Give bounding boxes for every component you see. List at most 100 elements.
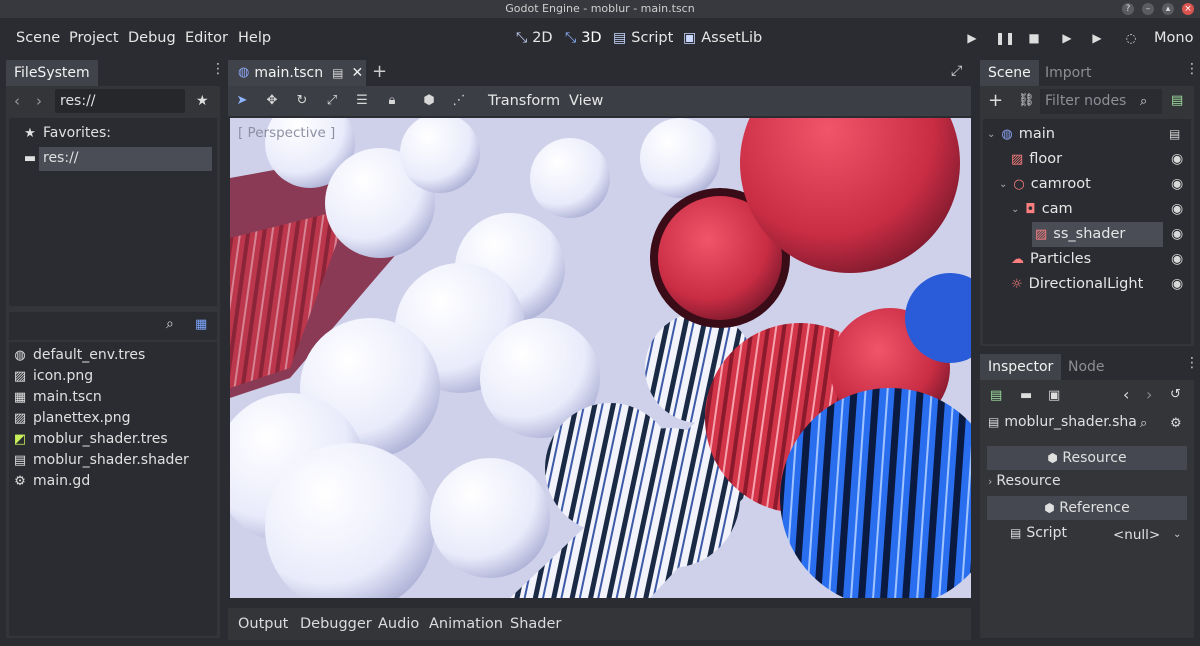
lock-icon[interactable]: 🔒︎ bbox=[383, 93, 401, 108]
stop-icon[interactable]: ■ bbox=[1025, 29, 1043, 47]
tab-audio[interactable]: Audio bbox=[378, 616, 419, 632]
back-icon[interactable]: ‹ bbox=[14, 92, 20, 110]
scale-mode-icon[interactable]: ⤢ bbox=[323, 93, 341, 108]
add-node-icon[interactable]: + bbox=[988, 90, 1003, 111]
collapse-arrow-icon[interactable]: ⌄ bbox=[1011, 197, 1019, 222]
file-search-field[interactable] bbox=[9, 312, 217, 340]
collapse-arrow-icon[interactable]: ⌄ bbox=[999, 172, 1007, 197]
file-item[interactable]: ▤ moblur_shader.shader bbox=[13, 450, 217, 471]
tree-node-directionallight[interactable]: ☼ DirectionalLight bbox=[1011, 272, 1143, 297]
close-tab-icon[interactable]: ✕ bbox=[351, 60, 363, 86]
save-icon[interactable]: ▣ bbox=[1048, 388, 1060, 403]
menu-help[interactable]: Help bbox=[238, 30, 271, 46]
workspace-script-button[interactable]: ▤ Script bbox=[613, 30, 673, 46]
tab-filesystem[interactable]: FileSystem bbox=[6, 60, 98, 86]
maximize-window-button[interactable]: ▴ bbox=[1162, 3, 1174, 15]
tab-output[interactable]: Output bbox=[238, 616, 288, 632]
transform-menu[interactable]: Transform bbox=[488, 93, 560, 109]
tab-shader[interactable]: Shader bbox=[510, 616, 561, 632]
dock-menu-icon[interactable]: ⋮ bbox=[211, 62, 225, 76]
search-icon[interactable]: ⌕ bbox=[1140, 94, 1147, 109]
tree-node-floor[interactable]: ▨ floor bbox=[1011, 147, 1062, 172]
instance-scene-icon[interactable]: ⛓ bbox=[1018, 93, 1035, 108]
attach-script-icon[interactable]: ▤ bbox=[1171, 93, 1183, 108]
history-forward-icon[interactable]: › bbox=[1146, 385, 1152, 404]
view-menu[interactable]: View bbox=[569, 93, 603, 109]
close-window-button[interactable]: × bbox=[1182, 3, 1194, 15]
play-scene-icon[interactable]: ▶ bbox=[1058, 29, 1076, 47]
favorites-item[interactable]: ★ Favorites: bbox=[23, 123, 227, 144]
res-root-item[interactable]: ▬ res:// bbox=[23, 148, 227, 169]
edited-resource[interactable]: ▤ moblur_shader.sha bbox=[988, 414, 1137, 430]
favorite-star-icon[interactable]: ★ bbox=[196, 93, 209, 109]
dock-menu-icon[interactable]: ⋮ bbox=[1185, 356, 1199, 370]
local-space-icon[interactable]: ⬢ bbox=[420, 93, 438, 108]
file-item[interactable]: ◩ moblur_shader.tres bbox=[13, 429, 217, 450]
path-field[interactable]: res:// bbox=[55, 89, 185, 113]
tab-animation[interactable]: Animation bbox=[429, 616, 503, 632]
renderer-label[interactable]: Mono bbox=[1154, 30, 1193, 46]
shader-material-icon: ◩ bbox=[13, 432, 27, 447]
tab-node[interactable]: Node bbox=[1060, 354, 1113, 380]
open-folder-icon[interactable]: ▬ bbox=[1020, 388, 1032, 403]
grid-view-icon[interactable]: ▦ bbox=[195, 317, 207, 332]
visibility-eye-icon[interactable]: ◉ bbox=[1171, 226, 1183, 242]
new-resource-icon[interactable]: ▤ bbox=[990, 388, 1002, 403]
history-icon[interactable]: ↺ bbox=[1170, 387, 1181, 402]
search-icon[interactable]: ⌕ bbox=[1140, 416, 1147, 431]
tree-node-cam[interactable]: ⌄ ◘ cam bbox=[1011, 197, 1073, 222]
dock-menu-icon[interactable]: ⋮ bbox=[1185, 62, 1199, 76]
collapse-arrow-icon[interactable]: ⌄ bbox=[987, 122, 995, 147]
workspace-2d-button[interactable]: ⤡ 2D bbox=[516, 30, 553, 46]
tree-node-camroot[interactable]: ⌄ ○ camroot bbox=[999, 172, 1091, 197]
file-item[interactable]: ▨ planettex.png bbox=[13, 408, 217, 429]
workspace-3d-button[interactable]: ⤡ 3D bbox=[565, 30, 602, 46]
viewport-perspective-label[interactable]: [ Perspective ] bbox=[238, 125, 335, 141]
tab-import[interactable]: Import bbox=[1037, 60, 1099, 86]
rotate-mode-icon[interactable]: ↻ bbox=[293, 93, 311, 108]
tab-main-tscn[interactable]: ◍ main.tscn ▤ ✕ bbox=[228, 60, 366, 86]
file-item[interactable]: ◍ default_env.tres bbox=[13, 345, 217, 366]
viewport-3d[interactable]: [ Perspective ] bbox=[230, 118, 971, 598]
play-icon[interactable]: ▶ bbox=[963, 29, 981, 47]
play-custom-scene-icon[interactable]: ▶ bbox=[1088, 29, 1106, 47]
script-value-dropdown[interactable]: <null> ⌄ bbox=[1113, 524, 1185, 546]
tab-debugger[interactable]: Debugger bbox=[300, 616, 372, 632]
visibility-eye-icon[interactable]: ◉ bbox=[1171, 176, 1183, 192]
resource-group[interactable]: › Resource bbox=[988, 473, 1061, 489]
script-attached-icon[interactable]: ▤ bbox=[332, 60, 343, 86]
distraction-free-icon[interactable]: ⤢ bbox=[951, 63, 962, 79]
script-icon[interactable]: ▤ bbox=[1169, 127, 1180, 141]
tab-scene[interactable]: Scene bbox=[980, 60, 1039, 86]
tree-node-particles[interactable]: ☁ Particles bbox=[1011, 247, 1091, 272]
tree-node-main[interactable]: ⌄ ◍ main bbox=[987, 122, 1055, 147]
menu-project[interactable]: Project bbox=[69, 30, 119, 46]
res-root-label: res:// bbox=[43, 150, 79, 166]
file-item[interactable]: ⚙ main.gd bbox=[13, 471, 217, 492]
object-properties-icon[interactable]: ⚙ bbox=[1170, 416, 1182, 431]
visibility-eye-icon[interactable]: ◉ bbox=[1171, 251, 1183, 267]
file-item[interactable]: ▨ icon.png bbox=[13, 366, 217, 387]
visibility-eye-icon[interactable]: ◉ bbox=[1171, 201, 1183, 217]
list-select-icon[interactable]: ☰ bbox=[353, 93, 371, 108]
workspace-2d-label: 2D bbox=[532, 30, 553, 46]
menu-scene[interactable]: Scene bbox=[16, 30, 60, 46]
visibility-eye-icon[interactable]: ◉ bbox=[1171, 151, 1183, 167]
tab-inspector[interactable]: Inspector bbox=[980, 354, 1062, 380]
search-icon[interactable]: ⌕ bbox=[166, 316, 174, 332]
move-mode-icon[interactable]: ✥ bbox=[263, 93, 281, 108]
menu-editor[interactable]: Editor bbox=[185, 30, 228, 46]
visibility-eye-icon[interactable]: ◉ bbox=[1171, 276, 1183, 292]
help-window-button[interactable]: ? bbox=[1122, 3, 1134, 15]
minimize-window-button[interactable]: – bbox=[1142, 3, 1154, 15]
snap-icon[interactable]: ⋰ bbox=[450, 93, 468, 108]
tree-node-ss-shader[interactable]: ▨ ss_shader bbox=[1035, 222, 1125, 247]
history-back-icon[interactable]: ‹ bbox=[1123, 385, 1129, 404]
forward-icon[interactable]: › bbox=[36, 92, 42, 110]
workspace-assetlib-button[interactable]: ▣ AssetLib bbox=[683, 30, 762, 46]
file-item[interactable]: ▦ main.tscn bbox=[13, 387, 217, 408]
menu-debug[interactable]: Debug bbox=[128, 30, 176, 46]
add-tab-icon[interactable]: + bbox=[372, 61, 387, 82]
pause-icon[interactable]: ❚❚ bbox=[995, 29, 1015, 47]
select-mode-icon[interactable]: ➤ bbox=[233, 93, 251, 108]
